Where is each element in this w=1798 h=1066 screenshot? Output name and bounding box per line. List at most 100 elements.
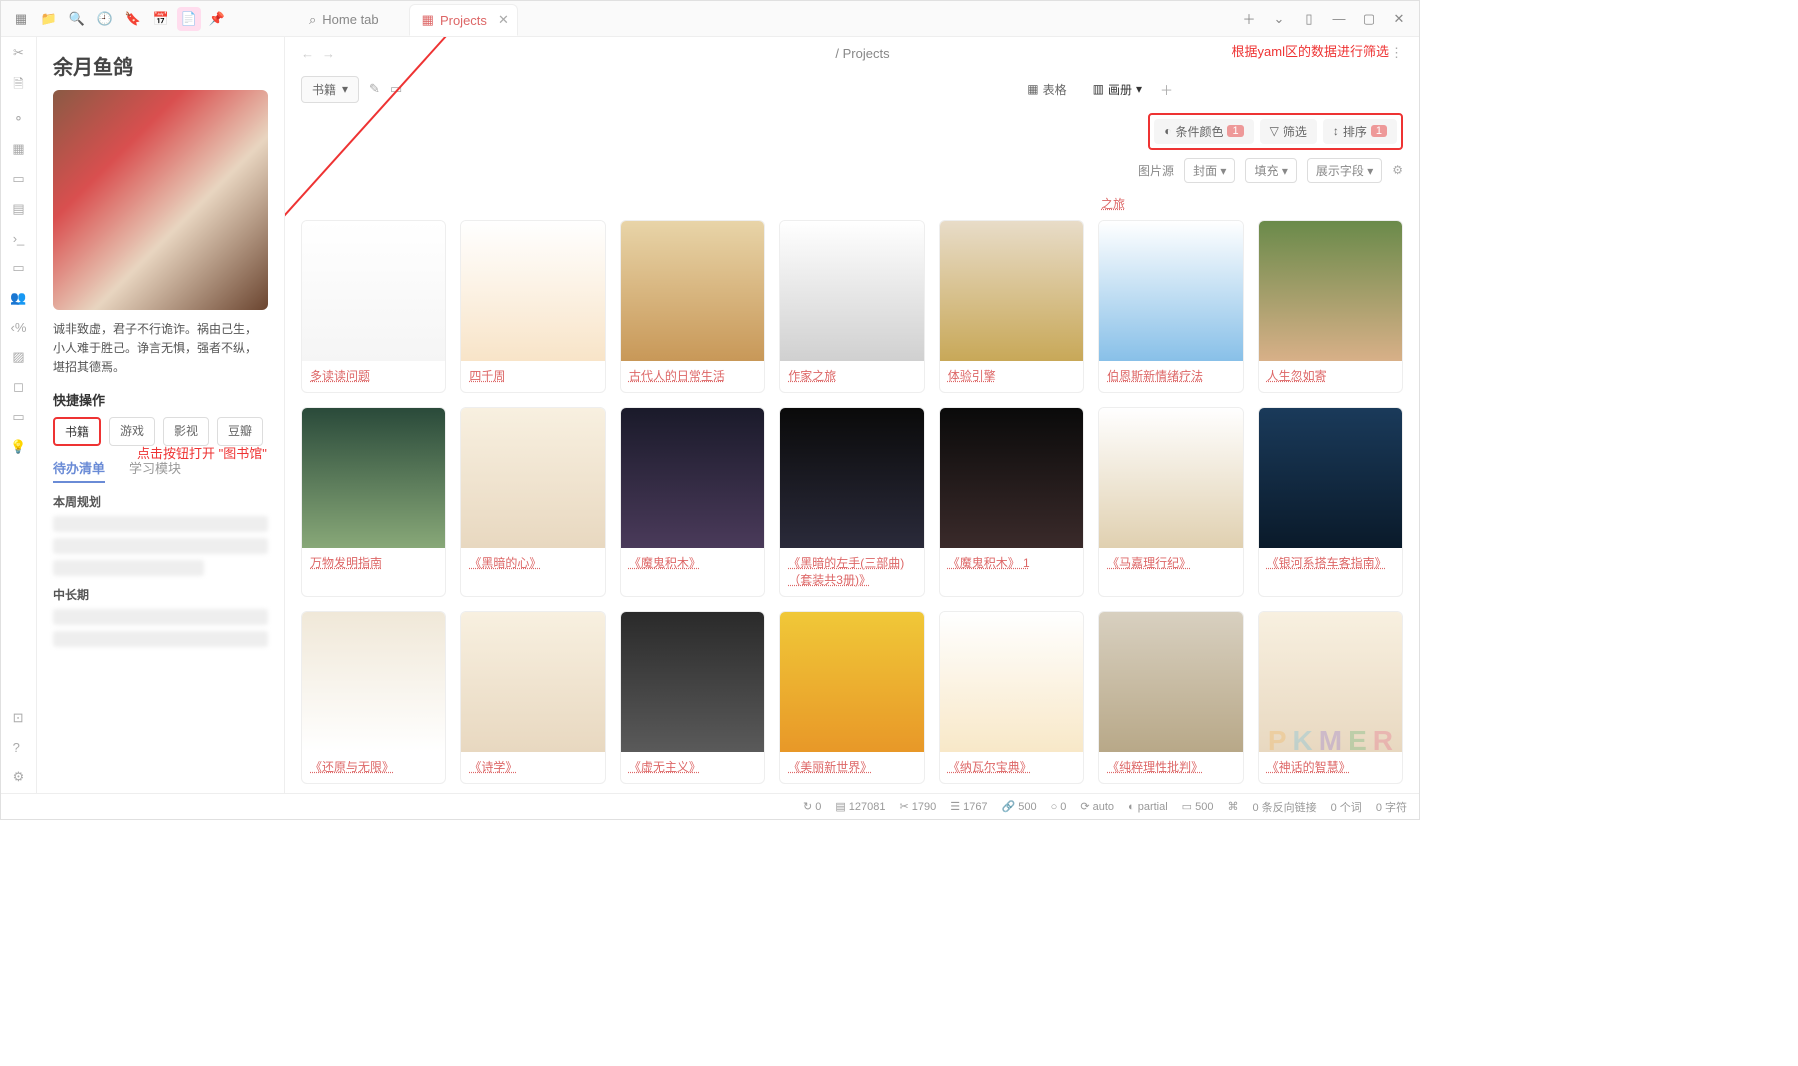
document-icon[interactable]: 📄 [177,7,201,31]
book-title[interactable]: 《诗学》 [461,752,604,783]
bookmark-icon[interactable]: ◻ [13,379,24,395]
book-card[interactable]: 《黑暗的心》 [460,407,605,597]
lightbulb-icon[interactable]: 💡 [10,439,26,455]
new-tab-icon[interactable]: ＋ [1237,7,1261,31]
bookmark-icon[interactable]: 🔖 [121,7,145,31]
more-icon[interactable]: ⋮ [1390,45,1403,61]
book-card[interactable]: 《虚无主义》 [620,611,765,784]
book-title[interactable]: 《纯粹理性批判》 [1099,752,1242,783]
book-card[interactable]: 《银河系搭车客指南》 [1258,407,1403,597]
book-card[interactable]: 《诗学》 [460,611,605,784]
book-card[interactable]: 体验引擎 [939,220,1084,393]
book-card[interactable]: 古代人的日常生活 [620,220,765,393]
sort-button[interactable]: ↕ 排序 1 [1323,119,1397,144]
close-icon[interactable]: ✕ [498,12,509,28]
graph-icon[interactable]: ⚬ [13,111,24,127]
view-table-button[interactable]: ▦ 表格 [1019,77,1074,102]
tab-projects[interactable]: ▦ Projects ✕ [409,4,518,36]
forward-icon[interactable]: → [322,46,335,61]
book-card[interactable]: 人生忽如寄 [1258,220,1403,393]
book-title[interactable]: 体验引擎 [940,361,1083,392]
book-card[interactable]: 《纯粹理性批判》 [1098,611,1243,784]
source-dropdown[interactable]: 书籍 ▾ [301,76,359,103]
book-title[interactable]: 古代人的日常生活 [621,361,764,392]
filter-button[interactable]: ▽ 筛选 [1260,119,1317,144]
minimize-icon[interactable]: — [1327,7,1351,31]
edit-icon[interactable]: ✎ [369,81,380,97]
book-title[interactable]: 《纳瓦尔宝典》 [940,752,1083,783]
book-title[interactable]: 《还原与无限》 [302,752,445,783]
search-icon[interactable]: 🔍 [65,7,89,31]
pin-icon[interactable]: 📌 [205,7,229,31]
panel-icon[interactable]: ▯ [1297,7,1321,31]
vault-icon[interactable]: ⊡ [13,710,25,726]
status-backlinks[interactable]: 0 条反向链接 [1252,799,1316,815]
view-gallery-button[interactable]: ▥ 画册 ▾ [1085,77,1150,102]
settings-icon[interactable]: ⚙ [13,769,25,785]
terminal-icon[interactable]: ›_ [13,231,25,246]
book-title[interactable]: 《神话的智慧》 [1259,752,1402,783]
back-icon[interactable]: ← [301,46,314,61]
folder-icon[interactable]: ▭ [390,81,402,97]
book-card[interactable]: 《还原与无限》 [301,611,446,784]
option-fields-select[interactable]: 展示字段 ▾ [1307,158,1382,183]
layout-icon[interactable]: ▭ [12,260,24,276]
book-title[interactable]: 万物发明指南 [302,548,445,579]
book-card[interactable]: 《黑暗的左手(三部曲)（套装共3册)》 [779,407,924,597]
filter-color-button[interactable]: ◐ 条件颜色 1 [1154,119,1253,144]
code-icon[interactable]: ‹% [11,320,27,335]
book-card[interactable]: 《纳瓦尔宝典》 [939,611,1084,784]
book-title[interactable]: 《魔鬼积木》 [621,548,764,579]
window-icon[interactable]: ▭ [12,409,24,425]
book-title[interactable]: 《银河系搭车客指南》 [1259,548,1402,579]
people-icon[interactable]: 👥 [10,290,26,306]
quick-btn-douban[interactable]: 豆瓣 [217,417,263,446]
book-title[interactable]: 《马嘉理行纪》 [1099,548,1242,579]
gear-icon[interactable]: ⚙ [1392,163,1403,177]
add-view-icon[interactable]: ＋ [1160,80,1173,99]
book-card[interactable]: 四千周 [460,220,605,393]
book-title[interactable]: 四千周 [461,361,604,392]
close-window-icon[interactable]: ✕ [1387,7,1411,31]
calendar-icon[interactable]: 📅 [149,7,173,31]
chevron-down-icon[interactable]: ⌄ [1267,7,1291,31]
tools-icon[interactable]: ✂ [13,45,24,61]
sidebar-tab-study[interactable]: 学习模块 [129,458,181,483]
book-title[interactable]: 伯恩斯新情绪疗法 [1099,361,1242,392]
option-img-src-select[interactable]: 封面 ▾ [1184,158,1235,183]
calendar-icon[interactable]: ▭ [12,171,24,187]
help-icon[interactable]: ? [13,740,25,755]
book-title[interactable]: 《黑暗的左手(三部曲)（套装共3册)》 [780,548,923,596]
folder-icon[interactable]: 📁 [37,7,61,31]
book-title[interactable]: 作家之旅 [780,361,923,392]
tab-home[interactable]: ⌕ Home tab [297,4,409,36]
book-card[interactable]: 伯恩斯新情绪疗法 [1098,220,1243,393]
book-title[interactable]: 《魔鬼积木》 1 [940,548,1083,579]
clock-icon[interactable]: 🕘 [93,7,117,31]
quick-btn-games[interactable]: 游戏 [109,417,155,446]
book-card[interactable]: 作家之旅 [779,220,924,393]
book-card[interactable]: 万物发明指南 [301,407,446,597]
image-icon[interactable]: ▨ [12,349,24,365]
book-title[interactable]: 《虚无主义》 [621,752,764,783]
book-card[interactable]: 《马嘉理行纪》 [1098,407,1243,597]
maximize-icon[interactable]: ▢ [1357,7,1381,31]
book-card[interactable]: 《魔鬼积木》 1 [939,407,1084,597]
book-card[interactable]: 《美丽新世界》 [779,611,924,784]
book-title[interactable]: 人生忽如寄 [1259,361,1402,392]
book-card[interactable]: 多读读问题 [301,220,446,393]
note-icon[interactable]: 🗎 [13,75,23,97]
quick-btn-books[interactable]: 书籍 [53,417,101,446]
quick-btn-film[interactable]: 影视 [163,417,209,446]
grid-icon[interactable]: ▦ [12,141,24,157]
book-title[interactable]: 《美丽新世界》 [780,752,923,783]
sidebar-tab-todo[interactable]: 待办清单 [53,458,105,483]
archive-icon[interactable]: ▤ [12,201,24,217]
option-fill-select[interactable]: 填充 ▾ [1245,158,1296,183]
book-card[interactable]: 《魔鬼积木》 [620,407,765,597]
sidebar-toggle-icon[interactable]: ▦ [9,7,33,31]
book-card[interactable]: 《神话的智慧》 [1258,611,1403,784]
book-title[interactable]: 《黑暗的心》 [461,548,604,579]
book-title[interactable]: 多读读问题 [302,361,445,392]
stub-link[interactable]: 之旅 [1101,197,1125,211]
